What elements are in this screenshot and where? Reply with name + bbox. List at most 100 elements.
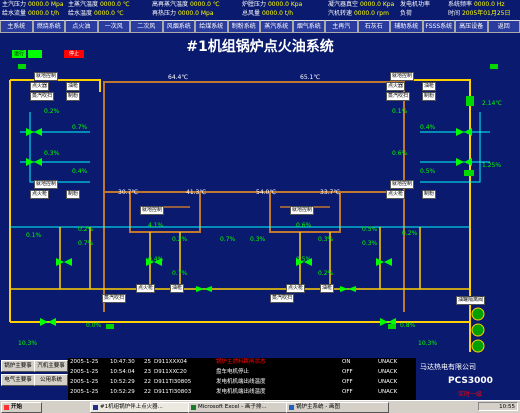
right-val-3: 0.6% bbox=[392, 150, 407, 157]
tag-ignition-1[interactable]: 点火器 bbox=[30, 82, 49, 91]
tag-center-4[interactable]: 油枪 bbox=[170, 284, 184, 293]
tag-ignition-3[interactable]: 点火器 bbox=[386, 82, 405, 91]
status-block-4 bbox=[388, 324, 396, 329]
center-val-5: 0.6% bbox=[296, 222, 311, 229]
right-val-4: 0.5% bbox=[420, 168, 435, 175]
tag-center-7[interactable]: 蒸汽吹扫 bbox=[102, 294, 126, 303]
left-button-panel: 锅炉主要事 汽机主要事 电气主要事 公用系统 bbox=[0, 358, 68, 400]
temp-top-right: 65.1℃ bbox=[300, 74, 320, 81]
tag-local-control-4[interactable]: 就地控制 bbox=[390, 180, 414, 189]
right-side-v1: 2.14℃ bbox=[482, 100, 502, 107]
taskbar-item-excel[interactable]: Microsoft Excel - 画子排... bbox=[188, 402, 295, 413]
tag-center-1[interactable]: 就地控制 bbox=[140, 206, 164, 215]
status-2-6: 时间 2005年01月25日 bbox=[448, 9, 510, 19]
center-val-1: 4.1% bbox=[148, 222, 163, 229]
center-val-4: 0.7% bbox=[172, 270, 187, 277]
product-name: PCS3000 bbox=[448, 376, 493, 386]
tag-center-3[interactable]: 点火枪 bbox=[136, 284, 155, 293]
status-block-2 bbox=[490, 64, 498, 69]
alarm-list: 2005-1-25 10:47:30 25 D911XXX04 锅炉主燃料跳闸状… bbox=[68, 358, 416, 400]
temp-mid-3: 54.0℃ bbox=[256, 189, 276, 196]
right-val-7: 0.2% bbox=[402, 230, 417, 237]
oil-pump-1 bbox=[472, 324, 484, 336]
tag-pulverizing-1[interactable]: 制粉 bbox=[66, 92, 80, 101]
status-2-2: 给水温度 0000.0 ℃ bbox=[68, 9, 124, 19]
tag-ignition-4[interactable]: 点火枪 bbox=[386, 190, 405, 199]
center-val-9: 0.7% bbox=[220, 236, 235, 243]
left-val-4: 0.4% bbox=[72, 168, 87, 175]
oil-pump-3 bbox=[472, 308, 484, 320]
tag-pulverizing-3[interactable]: 制粉 bbox=[422, 92, 436, 101]
center-val-2: 0.2% bbox=[172, 236, 187, 243]
status-block-3 bbox=[106, 324, 114, 329]
tag-center-6[interactable]: 油枪 bbox=[320, 284, 334, 293]
alarm-row[interactable]: 2005-1-25 10:52:29 22 D911TI30803 发电机机端出… bbox=[68, 388, 416, 397]
tag-local-control-1[interactable]: 就地控制 bbox=[34, 72, 58, 81]
tag-center-2[interactable]: 就地控制 bbox=[290, 206, 314, 215]
right-val-2: 0.4% bbox=[420, 124, 435, 131]
logo-panel: 马达热电有限公司 PCS3000 实时一级 bbox=[416, 358, 520, 400]
tag-steam-purge-3[interactable]: 蒸汽吹扫 bbox=[386, 92, 410, 101]
center-val-7: 0.5% bbox=[296, 256, 311, 263]
tag-center-8[interactable]: 蒸汽吹扫 bbox=[270, 294, 294, 303]
status-block-1 bbox=[18, 64, 26, 69]
status-extra-2: 负荷 bbox=[400, 9, 412, 19]
left-val-8: 0.0% bbox=[86, 322, 101, 329]
left-val-5: 0.2% bbox=[78, 226, 93, 233]
tag-local-control-2[interactable]: 就地控制 bbox=[34, 180, 58, 189]
company-name: 马达热电有限公司 bbox=[420, 362, 476, 372]
status-2-3: 再热压力 0000.0 Mpa bbox=[152, 9, 214, 19]
tray-clock[interactable]: 10:55 bbox=[478, 402, 518, 411]
right-val-6: 0.3% bbox=[362, 240, 377, 247]
status-2-4: 总风量 0000.0 t/h bbox=[242, 9, 293, 19]
start-button[interactable]: 开始 bbox=[1, 402, 42, 413]
temp-mid-1: 30.7℃ bbox=[118, 189, 138, 196]
boiler-events-button[interactable]: 锅炉主要事 bbox=[1, 360, 35, 372]
taskbar-item-boiler[interactable]: #1机组锅炉伴上点火器... bbox=[90, 402, 197, 413]
tag-center-5[interactable]: 点火枪 bbox=[286, 284, 305, 293]
product-sub: 实时一级 bbox=[458, 389, 482, 398]
center-val-3: 0.4% bbox=[148, 256, 163, 263]
paint-icon bbox=[289, 405, 294, 410]
tag-local-control-3[interactable]: 就地控制 bbox=[390, 72, 414, 81]
alarm-row[interactable]: 2005-1-25 10:52:29 22 D911TI30805 发电机机端出… bbox=[68, 378, 416, 387]
taskbar-item-paint[interactable]: 锅炉主系统 - 画图 bbox=[286, 402, 389, 413]
public-system-button[interactable]: 公用系统 bbox=[34, 374, 68, 386]
temp-top-left: 64.4℃ bbox=[168, 74, 188, 81]
status-2-1: 给水流量 0000.0 t/h bbox=[2, 9, 59, 19]
tag-pulverizing-4[interactable]: 制粉 bbox=[422, 190, 436, 199]
right-side-v2: 1.25% bbox=[482, 162, 501, 169]
bottom-right-value: 10.3% bbox=[418, 340, 437, 347]
alarm-row[interactable]: 2005-1-25 10:54:04 23 D911XXC20 盘车电机停止 O… bbox=[68, 368, 416, 377]
center-val-6: 0.3% bbox=[318, 236, 333, 243]
status-block-6 bbox=[464, 170, 474, 176]
turbine-events-button[interactable]: 汽机主要事 bbox=[34, 360, 68, 372]
right-val-5: 0.5% bbox=[362, 226, 377, 233]
left-val-6: 0.7% bbox=[78, 240, 93, 247]
tag-ignition-2[interactable]: 点火枪 bbox=[30, 190, 49, 199]
tag-oil-gun-3[interactable]: 油枪 bbox=[422, 82, 436, 91]
tag-steam-purge-1[interactable]: 蒸汽吹扫 bbox=[30, 92, 54, 101]
left-val-7: 0.1% bbox=[26, 232, 41, 239]
left-val-1: 0.2% bbox=[44, 108, 59, 115]
temp-mid-2: 41.3℃ bbox=[186, 189, 206, 196]
left-val-3: 0.3% bbox=[44, 150, 59, 157]
temp-mid-4: 33.7℃ bbox=[320, 189, 340, 196]
bottom-left-value: 10.3% bbox=[18, 340, 37, 347]
status-2-5: 汽机转速 0000.0 rpm bbox=[328, 9, 389, 19]
furnace-outline bbox=[104, 82, 404, 192]
left-val-2: 0.7% bbox=[72, 124, 87, 131]
electrical-events-button[interactable]: 电气主要事 bbox=[1, 374, 35, 386]
oil-pump-2 bbox=[472, 340, 484, 352]
right-val-8: 0.8% bbox=[400, 322, 415, 329]
tag-pulverizing-2[interactable]: 制粉 bbox=[66, 190, 80, 199]
nav-bar: 主系统 燃烧系统 点火油 一次风 二次风 风烟系统 给煤系统 制粉系统 蒸汽系统… bbox=[0, 20, 520, 32]
windows-logo-icon bbox=[4, 405, 9, 410]
alarm-row[interactable]: 2005-1-25 10:47:30 25 D911XXX04 锅炉主燃料跳闸状… bbox=[68, 358, 416, 367]
tank-isolation-tag[interactable]: 油罐隔离阀 bbox=[456, 296, 485, 305]
tag-oil-gun-1[interactable]: 油枪 bbox=[66, 82, 80, 91]
taskbar: 开始 #1机组锅炉伴上点火器... Microsoft Excel - 画子排.… bbox=[0, 400, 520, 413]
center-val-8: 0.2% bbox=[318, 270, 333, 277]
status-block-5 bbox=[466, 96, 474, 106]
status-bar: 主汽压力 0000.0 Mpa 主蒸汽温度 0000.0 ℃ 高再蒸汽温度 00… bbox=[0, 0, 520, 21]
